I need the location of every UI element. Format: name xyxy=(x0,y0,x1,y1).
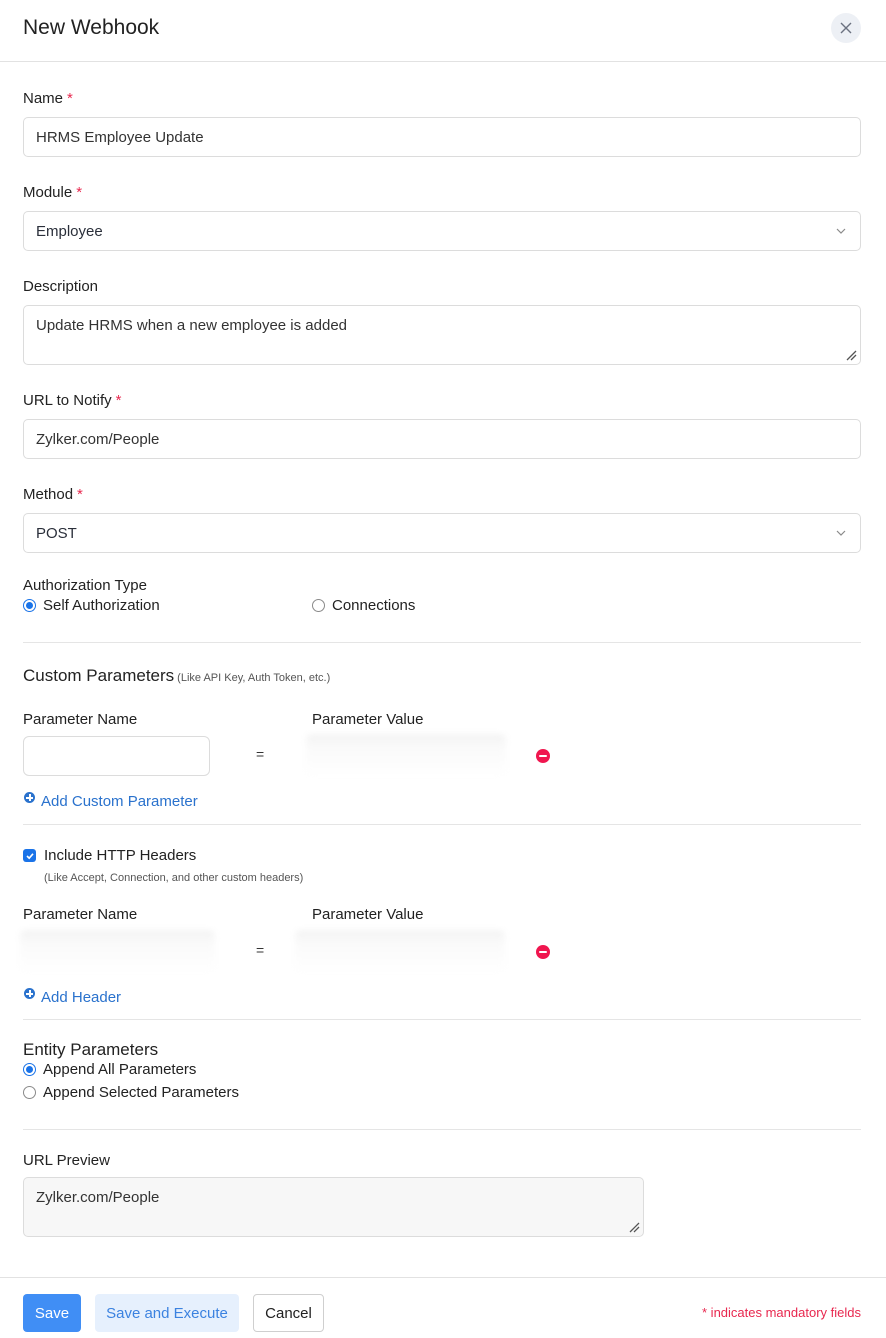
divider xyxy=(23,642,861,643)
save-button[interactable]: Save xyxy=(23,1294,81,1332)
radio-connections[interactable]: Connections xyxy=(312,597,415,614)
divider xyxy=(23,1129,861,1130)
add-header-label: Add Header xyxy=(41,989,122,1006)
resize-handle-icon[interactable] xyxy=(628,1221,640,1233)
description-textarea[interactable]: Update HRMS when a new employee is added xyxy=(23,305,861,365)
method-select[interactable]: POST xyxy=(23,513,861,553)
divider xyxy=(23,1019,861,1020)
method-value: POST xyxy=(36,524,77,542)
chevron-down-icon xyxy=(836,530,846,536)
section-title-text: Custom Parameters xyxy=(23,666,175,685)
url-label-text: URL to Notify xyxy=(23,392,112,409)
module-value: Employee xyxy=(36,222,103,240)
required-mark: * xyxy=(77,486,83,503)
url-preview-label: URL Preview xyxy=(23,1152,110,1169)
header-value-header: Parameter Value xyxy=(312,906,424,923)
description-value: Update HRMS when a new employee is added xyxy=(36,317,348,334)
equals-sign: = xyxy=(256,746,265,762)
checkbox-label: Include HTTP Headers xyxy=(44,847,197,864)
radio-selected-icon[interactable] xyxy=(23,599,36,612)
name-input[interactable]: HRMS Employee Update xyxy=(23,117,861,157)
custom-parameter-value-input[interactable] xyxy=(306,734,506,778)
include-http-headers-checkbox[interactable]: Include HTTP Headers xyxy=(23,847,196,864)
dialog-footer: Save Save and Execute Cancel * indicates… xyxy=(0,1277,886,1338)
chevron-down-icon xyxy=(836,228,846,234)
url-label: URL to Notify * xyxy=(23,392,121,409)
required-mark: * xyxy=(76,184,83,201)
required-mark: * xyxy=(67,90,73,107)
close-icon xyxy=(840,22,852,34)
radio-append-all[interactable]: Append All Parameters xyxy=(23,1061,196,1078)
http-headers-hint: (Like Accept, Connection, and other cust… xyxy=(44,872,304,884)
mandatory-fields-note: * indicates mandatory fields xyxy=(702,1305,861,1320)
radio-label: Append All Parameters xyxy=(43,1061,197,1078)
remove-parameter-icon[interactable] xyxy=(536,749,550,763)
url-preview-textarea[interactable]: Zylker.com/People xyxy=(23,1177,644,1237)
equals-sign: = xyxy=(256,942,265,958)
radio-self-authorization[interactable]: Self Authorization xyxy=(23,597,160,614)
authorization-label: Authorization Type xyxy=(23,577,147,594)
radio-label: Self Authorization xyxy=(43,597,160,614)
add-circle-icon xyxy=(24,792,35,803)
resize-handle-icon[interactable] xyxy=(845,349,857,361)
remove-header-icon[interactable] xyxy=(536,945,550,959)
name-label: Name * xyxy=(23,90,73,107)
add-custom-parameter-link[interactable]: Add Custom Parameter xyxy=(24,792,198,810)
radio-selected-icon[interactable] xyxy=(23,1063,36,1076)
dialog-header: New Webhook xyxy=(0,0,886,62)
radio-append-selected[interactable]: Append Selected Parameters xyxy=(23,1084,239,1101)
module-label: Module * xyxy=(23,184,82,201)
header-value-input[interactable] xyxy=(295,930,505,974)
cancel-button[interactable]: Cancel xyxy=(253,1294,324,1332)
radio-unselected-icon[interactable] xyxy=(23,1086,36,1099)
save-and-execute-button[interactable]: Save and Execute xyxy=(95,1294,239,1332)
header-name-input[interactable] xyxy=(20,930,215,974)
parameter-value-header: Parameter Value xyxy=(312,711,424,728)
add-header-link[interactable]: Add Header xyxy=(24,988,122,1006)
method-label: Method * xyxy=(23,486,83,503)
method-label-text: Method xyxy=(23,486,74,503)
add-custom-parameter-label: Add Custom Parameter xyxy=(41,793,198,810)
parameter-name-header: Parameter Name xyxy=(23,711,138,728)
section-subtitle: (Like API Key, Auth Token, etc.) xyxy=(177,672,331,684)
divider xyxy=(23,824,861,825)
close-button[interactable] xyxy=(831,13,861,43)
url-input[interactable]: Zylker.com/People xyxy=(23,419,861,459)
description-label: Description xyxy=(23,278,99,295)
entity-parameters-title: Entity Parameters xyxy=(23,1040,159,1059)
required-mark: * xyxy=(115,392,122,409)
radio-label: Append Selected Parameters xyxy=(43,1084,239,1101)
dialog-title: New Webhook xyxy=(23,16,160,39)
url-preview-value: Zylker.com/People xyxy=(36,1189,160,1206)
module-label-text: Module xyxy=(23,184,73,201)
checkbox-checked-icon[interactable] xyxy=(23,849,36,862)
module-select[interactable]: Employee xyxy=(23,211,861,251)
custom-parameters-title: Custom Parameters (Like API Key, Auth Tok… xyxy=(23,666,330,686)
name-label-text: Name xyxy=(23,90,64,107)
radio-label: Connections xyxy=(332,597,416,614)
header-name-header: Parameter Name xyxy=(23,906,138,923)
custom-parameter-name-input[interactable] xyxy=(23,736,210,776)
radio-unselected-icon[interactable] xyxy=(312,599,325,612)
add-circle-icon xyxy=(24,988,35,999)
